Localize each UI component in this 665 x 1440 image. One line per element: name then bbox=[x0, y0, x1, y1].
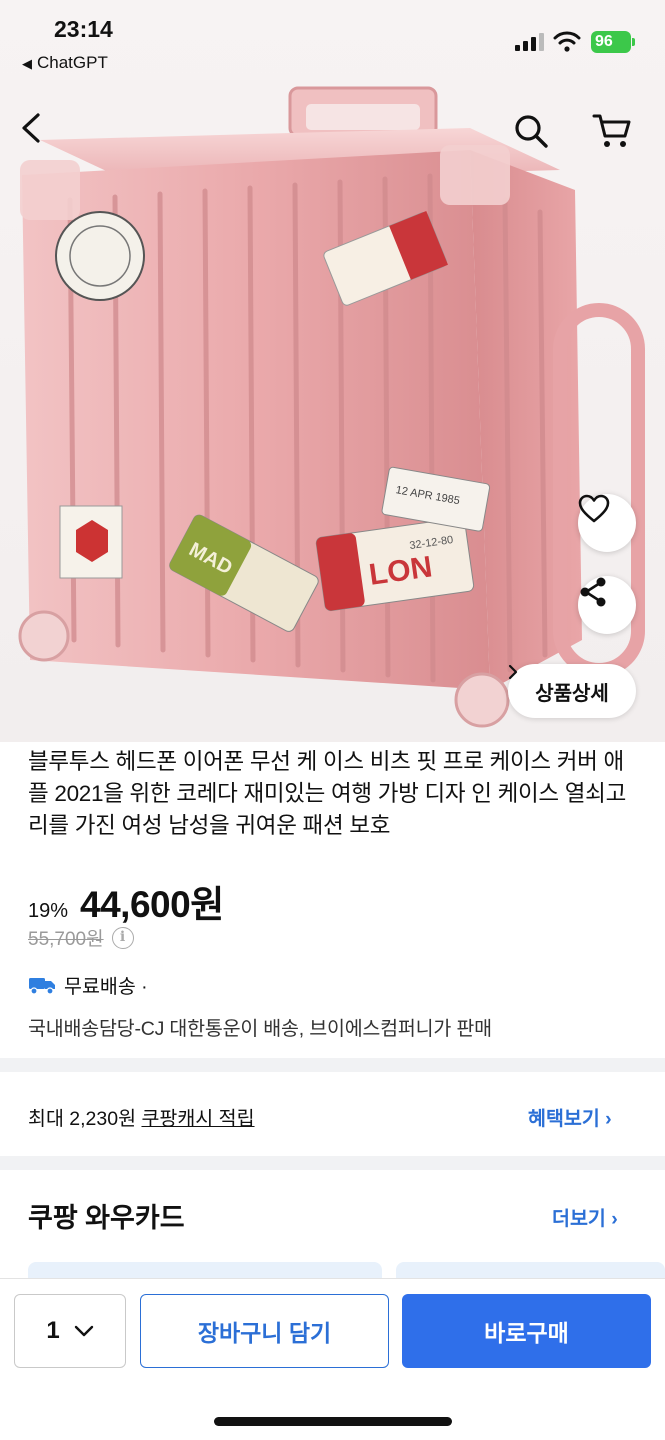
shipping-text: 무료배송 · bbox=[64, 976, 148, 998]
status-time: 23:14 bbox=[54, 16, 113, 42]
wifi-icon bbox=[553, 31, 581, 52]
home-indicator[interactable] bbox=[214, 1417, 452, 1426]
product-image[interactable]: MAD LON 32-12-80 12 APR 1985 상품상세 bbox=[0, 0, 665, 742]
chevron-down-icon bbox=[74, 1325, 93, 1337]
original-price-row: 55,700원 i bbox=[28, 924, 134, 951]
coupang-cash-link[interactable]: 쿠팡캐시 적립 bbox=[141, 1108, 254, 1130]
battery-level: 96 bbox=[595, 33, 613, 50]
delivery-truck-icon bbox=[29, 977, 55, 995]
section-divider bbox=[0, 1156, 665, 1170]
battery-indicator: 96 bbox=[591, 31, 631, 53]
cellular-signal-icon bbox=[515, 33, 545, 51]
cash-text: 최대 2,230원 쿠팡캐시 적립 bbox=[28, 1102, 255, 1131]
product-detail-button[interactable]: 상품상세 bbox=[508, 664, 636, 718]
heart-icon bbox=[578, 494, 610, 523]
back-to-app-link[interactable]: ◀ ChatGPT bbox=[22, 53, 108, 73]
shipping-row: 무료배송 · bbox=[28, 970, 148, 999]
product-title: 블루투스 헤드폰 이어폰 무선 케 이스 비츠 핏 프로 케이스 커버 애플 2… bbox=[28, 749, 626, 838]
back-app-label: ChatGPT bbox=[37, 53, 108, 72]
product-detail-label: 상품상세 bbox=[535, 682, 609, 705]
back-triangle-icon: ◀ bbox=[22, 56, 32, 71]
cart-button[interactable] bbox=[592, 112, 642, 160]
status-bar: 23:14 ◀ ChatGPT 96 bbox=[0, 0, 665, 80]
wishlist-button[interactable] bbox=[578, 494, 636, 552]
seller-info: 국내배송담당-CJ 대한통운이 배송, 브이에스컴퍼니가 판매 bbox=[28, 1018, 492, 1040]
buy-now-button[interactable]: 바로구매 bbox=[402, 1294, 651, 1368]
sale-price: 44,600원 bbox=[80, 884, 224, 925]
more-link[interactable]: 더보기 › bbox=[552, 1202, 618, 1231]
chevron-left-icon bbox=[22, 113, 40, 143]
coupang-cash-row[interactable]: 최대 2,230원 쿠팡캐시 적립 혜택보기 › bbox=[0, 1086, 665, 1144]
share-button[interactable] bbox=[578, 576, 636, 634]
search-button[interactable] bbox=[512, 112, 560, 160]
wow-card-title: 쿠팡 와우카드 bbox=[28, 1203, 185, 1233]
discount-rate: 19% bbox=[28, 900, 69, 922]
search-icon bbox=[515, 115, 548, 148]
add-to-cart-button[interactable]: 장바구니 담기 bbox=[140, 1294, 389, 1368]
purchase-bar: 1 장바구니 담기 바로구매 bbox=[0, 1278, 665, 1440]
section-divider bbox=[0, 1058, 665, 1072]
suitcase-illustration: MAD LON 32-12-80 12 APR 1985 bbox=[18, 86, 645, 728]
chevron-right-icon bbox=[508, 664, 518, 680]
info-icon[interactable]: i bbox=[111, 926, 134, 949]
cash-prefix: 최대 2,230원 bbox=[28, 1108, 137, 1130]
cart-icon bbox=[592, 114, 631, 147]
original-price: 55,700원 bbox=[28, 929, 104, 950]
quantity-value: 1 bbox=[46, 1317, 60, 1344]
battery-cap bbox=[632, 38, 635, 46]
back-button[interactable] bbox=[18, 112, 66, 160]
quantity-select[interactable]: 1 bbox=[14, 1294, 126, 1368]
price-row: 19% 44,600원 bbox=[28, 874, 224, 925]
share-icon bbox=[580, 577, 606, 607]
benefit-view-link[interactable]: 혜택보기 › bbox=[528, 1102, 612, 1131]
